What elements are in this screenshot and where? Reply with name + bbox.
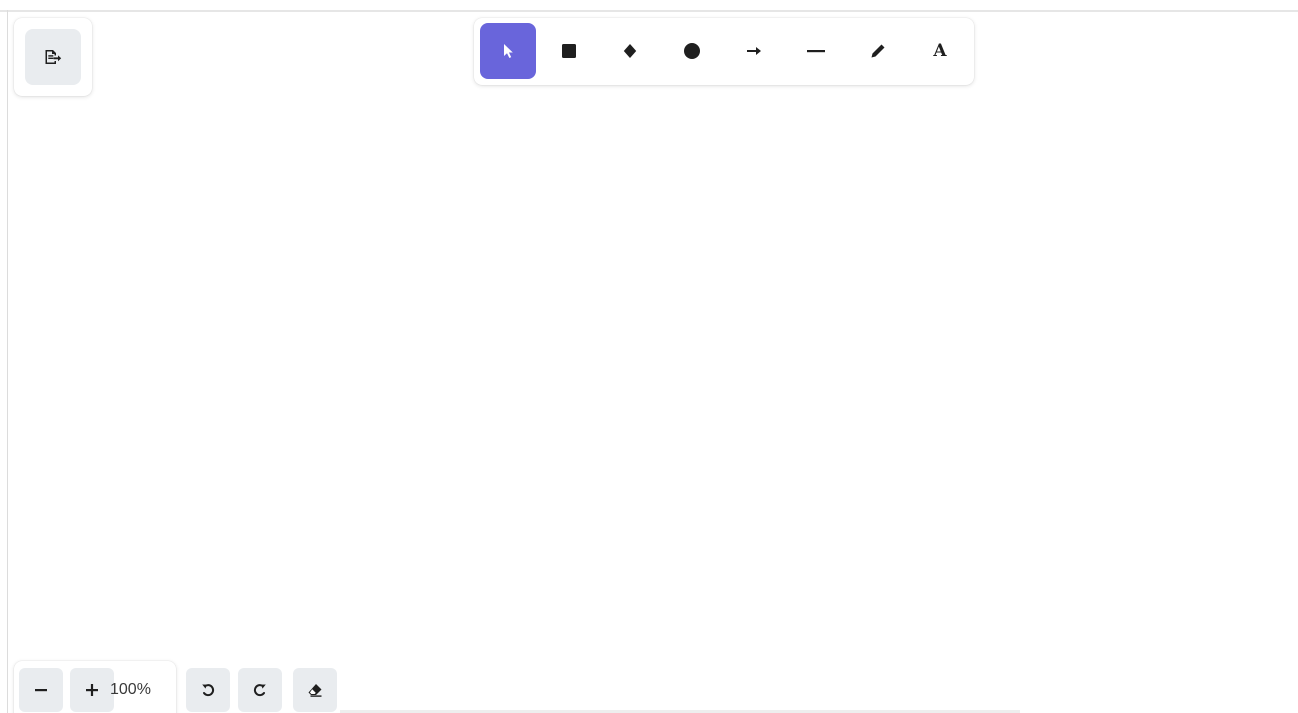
plus-icon bbox=[86, 684, 98, 696]
zoom-level: 100% bbox=[110, 681, 151, 698]
ellipse-tool-button[interactable] bbox=[664, 23, 720, 79]
diamond-tool-button[interactable] bbox=[602, 23, 658, 79]
pointer-icon bbox=[504, 44, 513, 58]
pencil-icon bbox=[871, 44, 885, 58]
export-panel bbox=[14, 18, 92, 96]
text-tool-button[interactable]: A bbox=[912, 23, 968, 79]
arrow-tool-button[interactable] bbox=[726, 23, 782, 79]
clear-canvas-button[interactable] bbox=[293, 668, 337, 712]
redo-button[interactable] bbox=[238, 668, 282, 712]
drawing-canvas[interactable] bbox=[8, 12, 1298, 713]
zoom-out-button[interactable] bbox=[19, 668, 63, 712]
line-tool-button[interactable] bbox=[788, 23, 844, 79]
minus-icon bbox=[35, 689, 47, 692]
export-button[interactable] bbox=[25, 29, 81, 85]
square-icon bbox=[562, 44, 576, 58]
arrow-right-icon bbox=[747, 47, 761, 55]
app-window: A 100% bbox=[0, 0, 1298, 713]
circle-icon bbox=[684, 43, 700, 59]
zoom-in-button[interactable] bbox=[70, 668, 114, 712]
draw-tool-button[interactable] bbox=[850, 23, 906, 79]
select-tool-button[interactable] bbox=[480, 23, 536, 79]
shape-toolbar: A bbox=[474, 18, 974, 85]
redo-icon bbox=[253, 684, 266, 697]
line-icon bbox=[807, 50, 825, 53]
diamond-icon bbox=[623, 44, 637, 58]
undo-icon bbox=[202, 684, 215, 697]
rectangle-tool-button[interactable] bbox=[541, 23, 597, 79]
eraser-icon bbox=[308, 684, 322, 697]
undo-button[interactable] bbox=[186, 668, 230, 712]
file-export-icon bbox=[45, 50, 62, 64]
text-icon: A bbox=[933, 41, 947, 61]
